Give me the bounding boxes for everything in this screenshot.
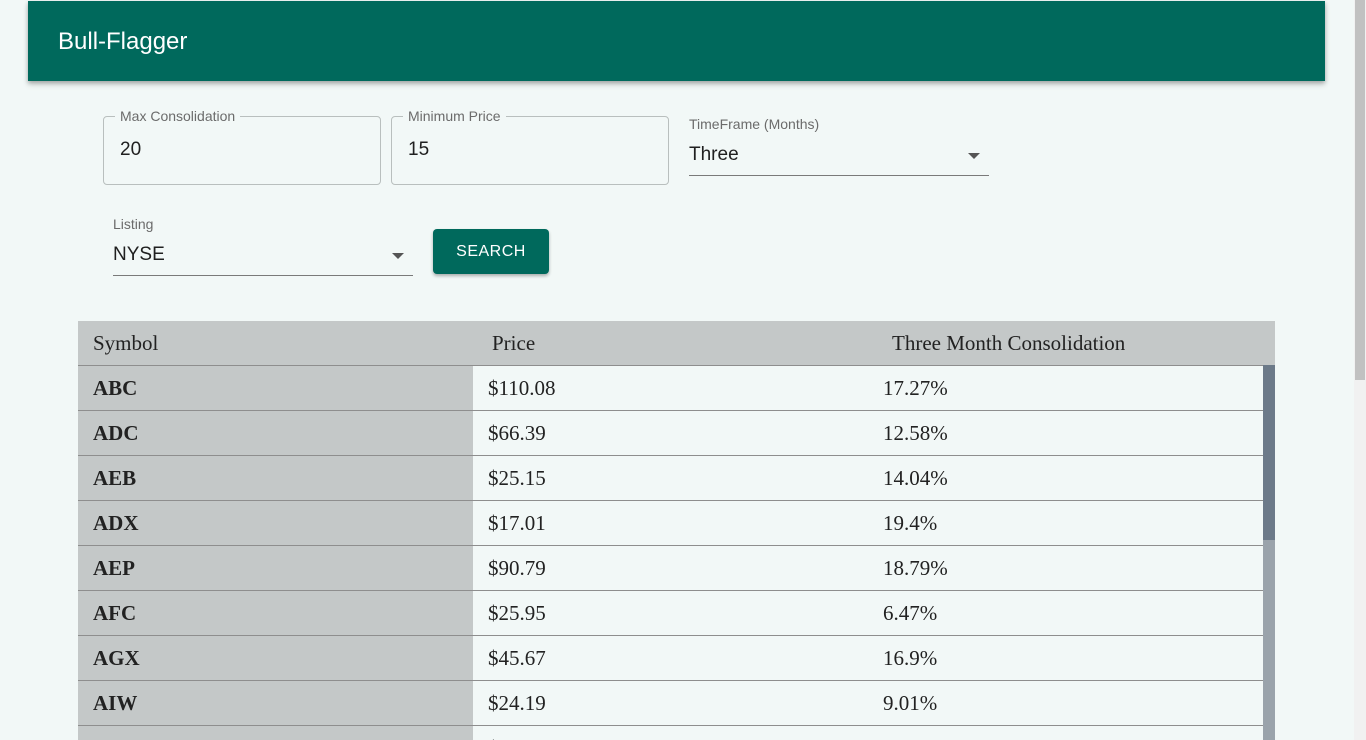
symbol-cell: AFC [78,590,473,635]
consolidation-text: 18.79% [883,556,948,580]
symbol-cell: AEP [78,545,473,590]
timeframe-select[interactable]: TimeFrame (Months) Three [689,116,989,176]
symbol-cell: AGX [78,635,473,680]
consolidation-text: 14.04% [883,466,948,490]
caret-down-icon [392,253,404,259]
price-text: $90.79 [488,556,546,580]
value-cells: $ [473,725,1263,740]
price-text: $25.95 [488,601,546,625]
value-cells: $17.01 19.4% [473,500,1263,545]
table-row[interactable]: AGX $45.67 16.9% [78,635,1263,680]
app-bar: Bull-Flagger [28,1,1325,81]
symbol-text: AGX [93,646,140,670]
app-title: Bull-Flagger [58,28,188,55]
page-scrollbar[interactable] [1354,0,1366,740]
minimum-price-input[interactable] [408,139,638,161]
symbol-text: AIW [93,691,138,715]
table-row[interactable]: ADX $17.01 19.4% [78,500,1263,545]
table-row[interactable]: AIW $24.19 9.01% [78,680,1263,725]
header-price[interactable]: Price [492,331,535,356]
table-body: ABC $110.08 17.27% ADC $66.39 12.58% AEB… [78,365,1263,740]
symbol-cell: AEB [78,455,473,500]
consolidation-text: 6.47% [883,601,938,625]
price-text: $45.67 [488,646,546,670]
max-consolidation-label: Max Consolidation [115,108,241,124]
caret-down-icon [968,153,980,159]
consolidation-text: 19.4% [883,511,938,535]
value-cells: $24.19 9.01% [473,680,1263,725]
symbol-text: ADC [93,421,139,445]
symbol-text: AEB [93,466,137,490]
price-text: $24.19 [488,691,546,715]
symbol-text: AFC [93,601,137,625]
symbol-text: ABC [93,376,138,400]
symbol-cell: AIW [78,680,473,725]
header-consolidation[interactable]: Three Month Consolidation [892,331,1125,356]
max-consolidation-input[interactable] [120,139,350,161]
symbol-text: ADX [93,511,139,535]
price-text: $66.39 [488,421,546,445]
timeframe-value: Three [689,144,739,165]
value-cells: $66.39 12.58% [473,410,1263,455]
page-scrollbar-thumb[interactable] [1355,0,1365,380]
listing-select[interactable]: Listing NYSE [113,216,413,276]
symbol-cell: ADX [78,500,473,545]
symbol-cell [78,725,473,740]
table-header: Symbol Price Three Month Consolidation [78,321,1275,365]
table-row[interactable]: AEB $25.15 14.04% [78,455,1263,500]
price-text: $110.08 [488,376,556,400]
listing-value: NYSE [113,244,165,265]
price-text: $17.01 [488,511,546,535]
value-cells: $110.08 17.27% [473,365,1263,410]
results-table: Symbol Price Three Month Consolidation A… [78,321,1275,740]
max-consolidation-field[interactable]: Max Consolidation [103,108,381,185]
symbol-cell: ADC [78,410,473,455]
value-cells: $90.79 18.79% [473,545,1263,590]
listing-label: Listing [113,216,154,232]
table-scrollbar[interactable] [1263,365,1275,740]
table-row[interactable]: ABC $110.08 17.27% [78,365,1263,410]
header-symbol[interactable]: Symbol [93,331,158,356]
symbol-text: AEP [93,556,135,580]
table-scrollbar-thumb[interactable] [1263,365,1275,540]
table-row[interactable]: AEP $90.79 18.79% [78,545,1263,590]
table-row[interactable]: $ [78,725,1263,740]
table-row[interactable]: ADC $66.39 12.58% [78,410,1263,455]
value-cells: $45.67 16.9% [473,635,1263,680]
table-row[interactable]: AFC $25.95 6.47% [78,590,1263,635]
search-button[interactable]: SEARCH [433,229,549,274]
minimum-price-field[interactable]: Minimum Price [391,108,669,185]
value-cells: $25.15 14.04% [473,455,1263,500]
price-text: $25.15 [488,466,546,490]
timeframe-label: TimeFrame (Months) [689,116,820,132]
consolidation-text: 17.27% [883,376,948,400]
price-text: $ [488,736,499,740]
minimum-price-label: Minimum Price [403,108,506,124]
consolidation-text: 12.58% [883,421,948,445]
consolidation-text: 16.9% [883,646,938,670]
consolidation-text: 9.01% [883,691,938,715]
value-cells: $25.95 6.47% [473,590,1263,635]
symbol-cell: ABC [78,365,473,410]
